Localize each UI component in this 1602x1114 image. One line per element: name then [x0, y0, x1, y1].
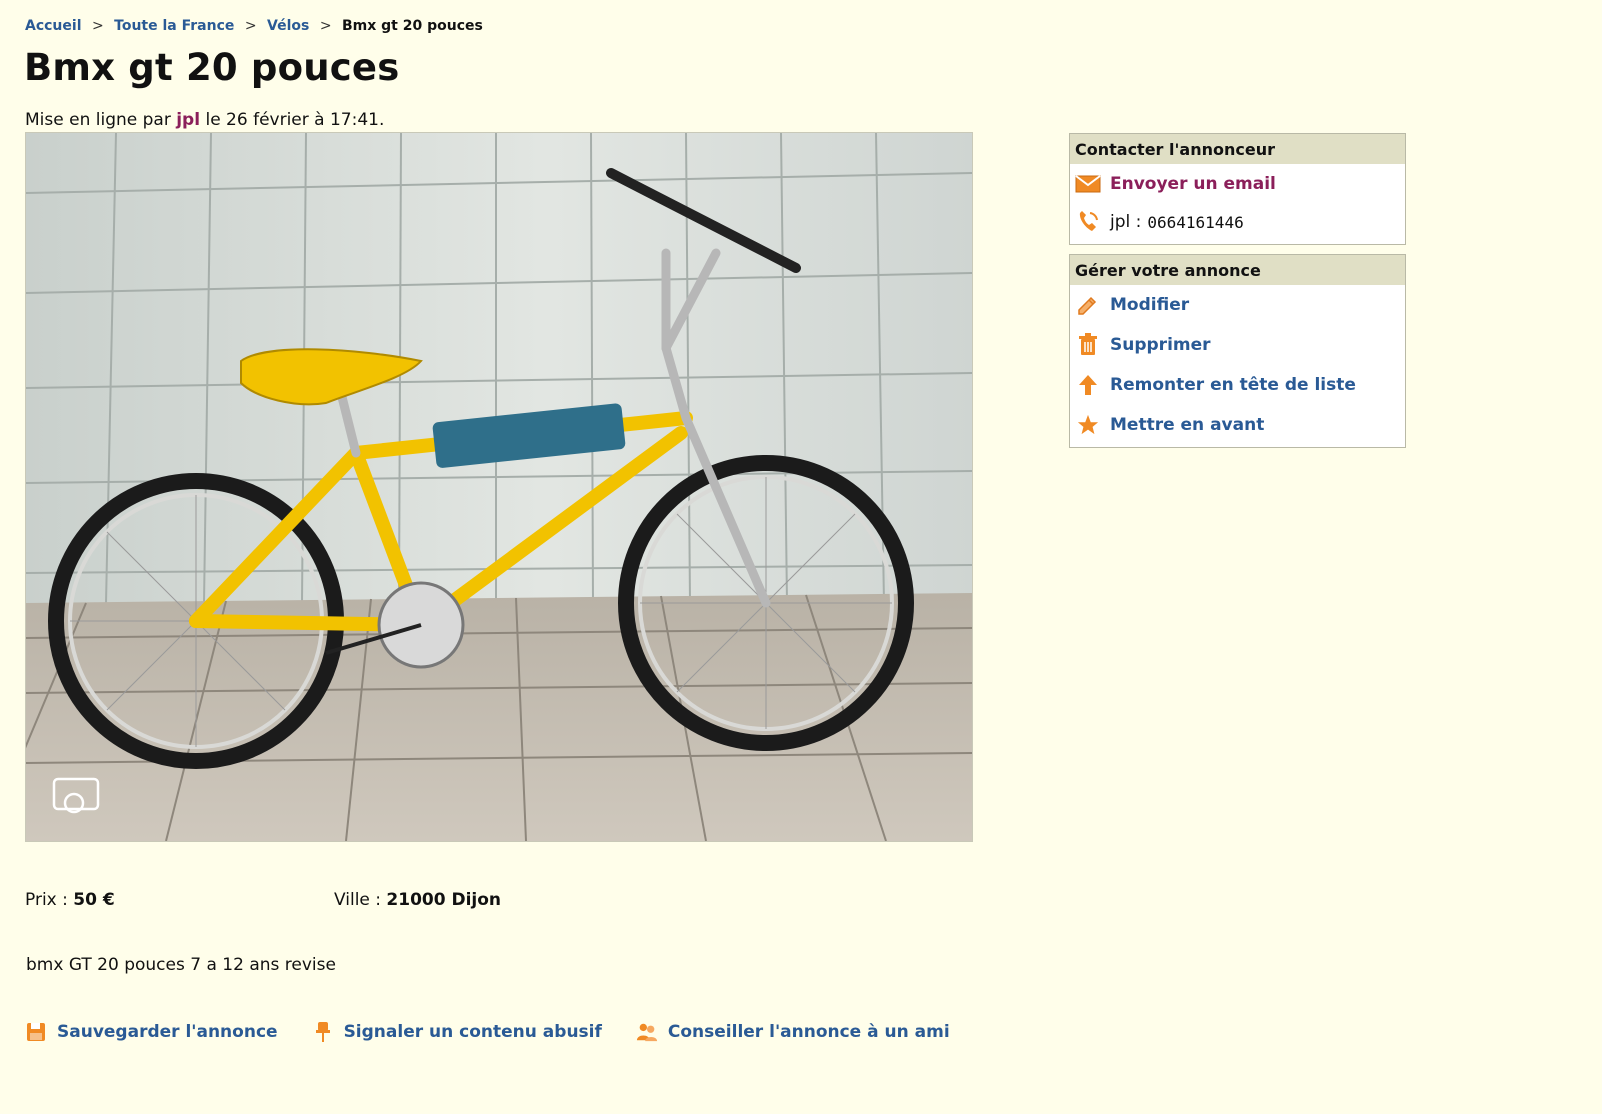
report-listing-link[interactable]: Signaler un contenu abusif: [344, 1022, 602, 1042]
breadcrumb-separator: >: [91, 18, 104, 34]
posted-info: Mise en ligne par jpl le 26 février à 17…: [25, 110, 384, 130]
manage-box: Gérer votre annonce Modifier Supprimer R…: [1069, 254, 1406, 448]
phone-icon: [1074, 210, 1102, 234]
delete-link[interactable]: Supprimer: [1110, 335, 1211, 355]
breadcrumb-category[interactable]: Vélos: [267, 18, 309, 34]
phone-row: jpl : 0664161446: [1070, 204, 1405, 244]
breadcrumb: Accueil > Toute la France > Vélos > Bmx …: [25, 18, 483, 34]
bike-photo-illustration: [26, 133, 972, 841]
arrow-up-icon: [1074, 373, 1102, 397]
manage-item-modify[interactable]: Modifier: [1070, 285, 1405, 325]
phone-contact-name: jpl :: [1110, 212, 1142, 232]
floppy-icon: [25, 1021, 47, 1043]
share-listing-action[interactable]: Conseiller l'annonce à un ami: [636, 1021, 950, 1043]
breadcrumb-region[interactable]: Toute la France: [114, 18, 234, 34]
city-value: 21000 Dijon: [386, 890, 502, 910]
price-label: Prix :: [25, 890, 68, 910]
pin-icon: [312, 1021, 334, 1043]
email-row[interactable]: Envoyer un email: [1070, 164, 1405, 204]
city-label: Ville :: [334, 890, 382, 910]
manage-item-bump[interactable]: Remonter en tête de liste: [1070, 365, 1405, 405]
listing-description: bmx GT 20 pouces 7 a 12 ans revise: [26, 955, 336, 975]
save-listing-link[interactable]: Sauvegarder l'annonce: [57, 1022, 278, 1042]
city-info: Ville : 21000 Dijon: [334, 890, 501, 910]
breadcrumb-current: Bmx gt 20 pouces: [342, 18, 483, 34]
contact-box: Contacter l'annonceur Envoyer un email j…: [1069, 133, 1406, 245]
people-icon: [636, 1021, 658, 1043]
page-title: Bmx gt 20 pouces: [24, 46, 400, 89]
contact-box-heading: Contacter l'annonceur: [1070, 134, 1405, 164]
price-info: Prix : 50 €: [25, 890, 115, 910]
star-icon: [1074, 413, 1102, 437]
breadcrumb-home[interactable]: Accueil: [25, 18, 82, 34]
trash-icon: [1074, 333, 1102, 357]
manage-box-heading: Gérer votre annonce: [1070, 255, 1405, 285]
price-value: 50 €: [73, 890, 115, 910]
breadcrumb-separator: >: [319, 18, 332, 34]
bump-link[interactable]: Remonter en tête de liste: [1110, 375, 1356, 395]
posted-prefix: Mise en ligne par: [25, 110, 171, 130]
send-email-link[interactable]: Envoyer un email: [1110, 174, 1276, 194]
phone-number: 0664161446: [1147, 212, 1244, 232]
report-listing-action[interactable]: Signaler un contenu abusif: [312, 1021, 602, 1043]
feature-link[interactable]: Mettre en avant: [1110, 415, 1264, 435]
pencil-icon: [1074, 293, 1102, 317]
share-listing-link[interactable]: Conseiller l'annonce à un ami: [668, 1022, 950, 1042]
manage-item-delete[interactable]: Supprimer: [1070, 325, 1405, 365]
posted-date: le 26 février à 17:41.: [205, 110, 385, 130]
listing-actions: Sauvegarder l'annonce Signaler un conten…: [25, 1021, 984, 1043]
listing-photo[interactable]: [25, 132, 973, 842]
breadcrumb-separator: >: [244, 18, 257, 34]
save-listing-action[interactable]: Sauvegarder l'annonce: [25, 1021, 278, 1043]
manage-item-feature[interactable]: Mettre en avant: [1070, 405, 1405, 445]
modify-link[interactable]: Modifier: [1110, 295, 1189, 315]
author-link[interactable]: jpl: [176, 110, 200, 130]
envelope-icon: [1074, 172, 1102, 196]
